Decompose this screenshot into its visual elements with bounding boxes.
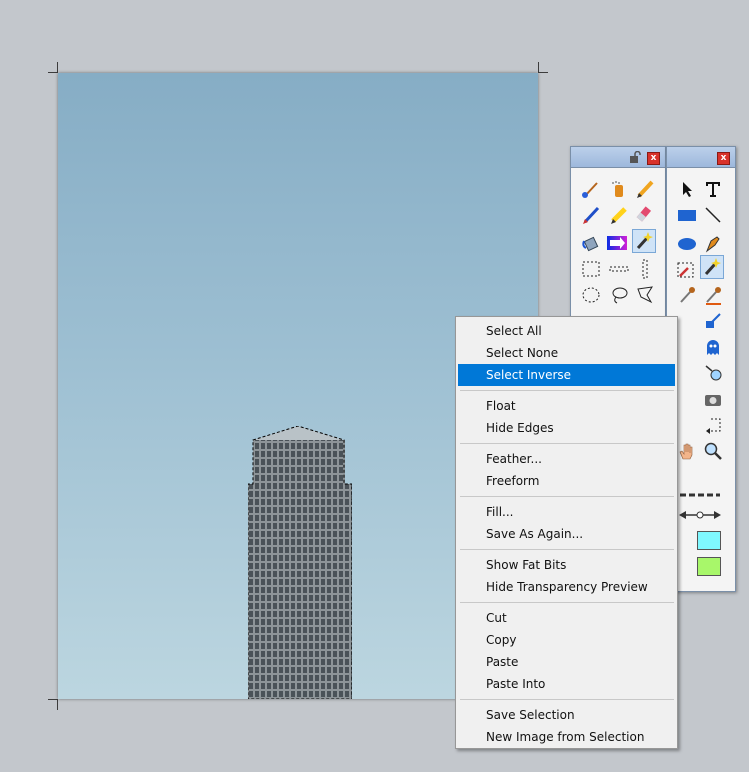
menu-item-show-fat-bits[interactable]: Show Fat Bits — [458, 554, 675, 576]
menu-separator — [460, 602, 674, 603]
magic-wand-icon[interactable] — [700, 255, 724, 279]
menu-separator — [460, 549, 674, 550]
crop-mark — [538, 72, 548, 73]
menu-item-select-all[interactable]: Select All — [458, 320, 675, 342]
lasso-icon[interactable] — [607, 283, 631, 307]
pencil-icon[interactable] — [633, 177, 657, 201]
menu-separator — [460, 390, 674, 391]
column-marquee-icon[interactable] — [633, 257, 657, 281]
menu-separator — [460, 443, 674, 444]
menu-item-select-inverse[interactable]: Select Inverse — [458, 364, 675, 386]
close-icon[interactable]: x — [717, 152, 730, 165]
ghost-icon[interactable] — [701, 335, 725, 359]
menu-item-hide-edges[interactable]: Hide Edges — [458, 417, 675, 439]
lock-icon[interactable] — [629, 151, 641, 163]
crop-mark — [57, 62, 58, 72]
menu-item-save-selection[interactable]: Save Selection — [458, 704, 675, 726]
menu-item-copy[interactable]: Copy — [458, 629, 675, 651]
menu-separator — [460, 699, 674, 700]
paint-bucket-icon[interactable] — [579, 231, 603, 255]
crop-mark — [538, 62, 539, 72]
line-icon[interactable] — [701, 203, 725, 227]
palette-title-bar[interactable]: x — [667, 147, 735, 168]
gradient-icon[interactable] — [605, 231, 629, 255]
camera-icon[interactable] — [701, 387, 725, 411]
magic-wand-dashed-icon[interactable] — [675, 257, 699, 281]
menu-item-paste-into[interactable]: Paste Into — [458, 673, 675, 695]
zoom-pointer-icon[interactable] — [701, 361, 725, 385]
text-icon[interactable] — [701, 177, 725, 201]
rect-marquee-icon[interactable] — [579, 257, 603, 281]
eyedropper-stroke-icon[interactable] — [701, 283, 725, 307]
building-selection — [248, 426, 352, 699]
polygon-lasso-icon[interactable] — [633, 283, 657, 307]
menu-item-hide-transparency-preview[interactable]: Hide Transparency Preview — [458, 576, 675, 598]
crop-mark — [57, 700, 58, 710]
arrow-line-icon[interactable] — [677, 503, 723, 527]
zoom-icon[interactable] — [701, 439, 725, 463]
fill-color-swatch[interactable] — [697, 531, 721, 550]
menu-item-freeform[interactable]: Freeform — [458, 470, 675, 492]
menu-item-save-as-again[interactable]: Save As Again... — [458, 523, 675, 545]
ellipse-icon[interactable] — [675, 231, 699, 255]
menu-item-cut[interactable]: Cut — [458, 607, 675, 629]
row-marquee-icon[interactable] — [607, 257, 631, 281]
dashed-arrow-icon[interactable] — [701, 413, 725, 437]
rectangle-icon[interactable] — [675, 203, 699, 227]
eyedropper-icon[interactable] — [675, 283, 699, 307]
menu-item-new-image-from-selection[interactable]: New Image from Selection — [458, 726, 675, 748]
menu-item-feather[interactable]: Feather... — [458, 448, 675, 470]
menu-item-paste[interactable]: Paste — [458, 651, 675, 673]
hand-icon[interactable] — [675, 439, 699, 463]
resize-icon[interactable] — [701, 309, 725, 333]
eraser-icon[interactable] — [633, 203, 657, 227]
menu-item-float[interactable]: Float — [458, 395, 675, 417]
stroke-color-swatch[interactable] — [697, 557, 721, 576]
magic-wand-icon[interactable] — [632, 229, 656, 253]
context-menu: Select All Select None Select Inverse Float… — [455, 316, 678, 749]
menu-item-select-none[interactable]: Select None — [458, 342, 675, 364]
crop-mark — [48, 72, 58, 73]
pointer-icon[interactable] — [675, 177, 699, 201]
menu-separator — [460, 496, 674, 497]
palette-title-bar[interactable]: x — [571, 147, 665, 168]
close-icon[interactable]: x — [647, 152, 660, 165]
paint-brush-icon[interactable] — [579, 203, 603, 227]
menu-item-fill[interactable]: Fill... — [458, 501, 675, 523]
pen-icon[interactable] — [701, 231, 725, 255]
ellipse-marquee-icon[interactable] — [579, 283, 603, 307]
brush-icon[interactable] — [579, 177, 603, 201]
spray-can-icon[interactable] — [607, 177, 631, 201]
highlighter-icon[interactable] — [607, 203, 631, 227]
